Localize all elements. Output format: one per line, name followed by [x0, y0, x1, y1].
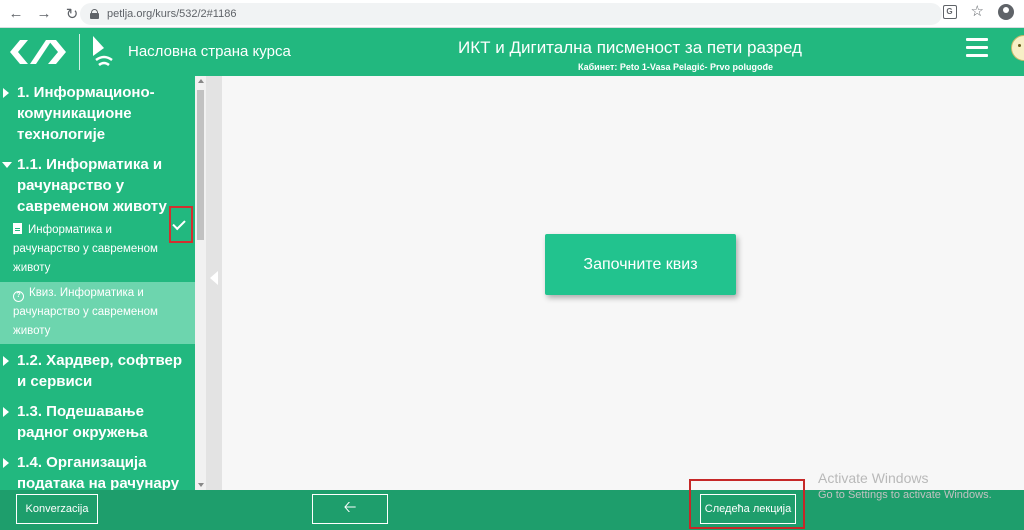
course-home-link[interactable]: Насловна страна курса: [128, 43, 291, 60]
start-quiz-button[interactable]: Започните квиз: [545, 234, 736, 295]
lock-icon: [90, 9, 99, 19]
sidebar-section-label: 1.1. Информатика и рачунарство у савреме…: [17, 156, 167, 215]
expand-triangle-icon: [3, 458, 9, 468]
address-bar[interactable]: petlja.org/kurs/532/2#1186: [80, 3, 942, 25]
sidebar-section-1-1[interactable]: 1.1. Информатика и рачунарство у савреме…: [0, 154, 195, 217]
scroll-down-icon[interactable]: [198, 483, 204, 487]
collapse-triangle-icon: [2, 162, 12, 168]
highlight-box: [689, 479, 805, 529]
translate-icon[interactable]: G: [942, 5, 957, 19]
sidebar-scrollbar[interactable]: [195, 76, 206, 490]
highlight-box: [169, 206, 193, 243]
account-icon[interactable]: [998, 4, 1014, 20]
main-content: Започните квиз: [222, 76, 1024, 490]
sidebar-lesson-quiz[interactable]: ? Квиз. Информатика и рачунарство у савре…: [0, 282, 195, 344]
back-arrow-icon[interactable]: ←: [4, 2, 28, 26]
conversation-button[interactable]: Konverzacija: [16, 494, 98, 524]
forward-arrow-icon[interactable]: →: [32, 2, 56, 26]
lesson-label: Квиз. Информатика и рачунарство у саврем…: [13, 287, 158, 337]
course-title: ИКТ и Дигитална писменост за пети разред: [458, 38, 802, 57]
sidebar-section-1-2[interactable]: 1.2. Хардвер, софтвер и сервиси: [0, 350, 195, 392]
expand-triangle-icon: [3, 407, 9, 417]
sidebar-section-label: 1. Информационо-комуникационе технологиј…: [17, 84, 155, 143]
course-sidebar: 1. Информационо-комуникационе технологиј…: [0, 76, 195, 490]
document-icon: [13, 223, 22, 234]
expand-triangle-icon: [3, 88, 9, 98]
previous-lesson-button[interactable]: 🡠: [312, 494, 388, 524]
scroll-thumb[interactable]: [197, 90, 204, 240]
activate-windows-subtitle: Go to Settings to activate Windows.: [818, 489, 992, 501]
header-divider: [79, 34, 80, 70]
scroll-up-icon[interactable]: [198, 79, 204, 83]
sidebar-section-label: 1.3. Подешавање радног окружења: [17, 403, 148, 441]
collapse-left-icon: [210, 271, 218, 285]
lesson-label: Информатика и рачунарство у савременом ж…: [13, 224, 158, 274]
sidebar-section-1-3[interactable]: 1.3. Подешавање радног окружења: [0, 401, 195, 443]
sidebar-section-label: 1.2. Хардвер, софтвер и сервиси: [17, 352, 183, 390]
sidebar-lesson-text[interactable]: Информатика и рачунарство у савременом ж…: [0, 221, 168, 278]
menu-icon[interactable]: [966, 38, 988, 58]
activate-windows-title: Activate Windows: [818, 470, 929, 486]
expand-triangle-icon: [3, 356, 9, 366]
user-avatar[interactable]: [1011, 35, 1024, 61]
course-logo-icon[interactable]: [90, 34, 116, 70]
sidebar-section-1-4[interactable]: 1.4. Организација података на рачунару: [0, 452, 195, 490]
cabinet-label: Кабинет: Peto 1-Vasa Pelagić- Prvo polug…: [578, 62, 773, 72]
quiz-icon: ?: [13, 291, 24, 302]
app-header: Насловна страна курса ИКТ и Дигитална пи…: [0, 28, 1024, 76]
bookmark-star-icon[interactable]: ☆: [971, 4, 984, 20]
arrow-left-icon: 🡠: [343, 498, 357, 516]
url-text: petlja.org/kurs/532/2#1186: [107, 8, 237, 20]
sidebar-section-1[interactable]: 1. Информационо-комуникационе технологиј…: [0, 82, 195, 145]
petlja-logo-icon[interactable]: [8, 36, 68, 68]
sidebar-section-label: 1.4. Организација података на рачунару: [17, 454, 180, 490]
sidebar-collapse-handle[interactable]: [206, 76, 222, 490]
browser-toolbar: ← → ↻ petlja.org/kurs/532/2#1186 G ☆: [0, 0, 1024, 28]
